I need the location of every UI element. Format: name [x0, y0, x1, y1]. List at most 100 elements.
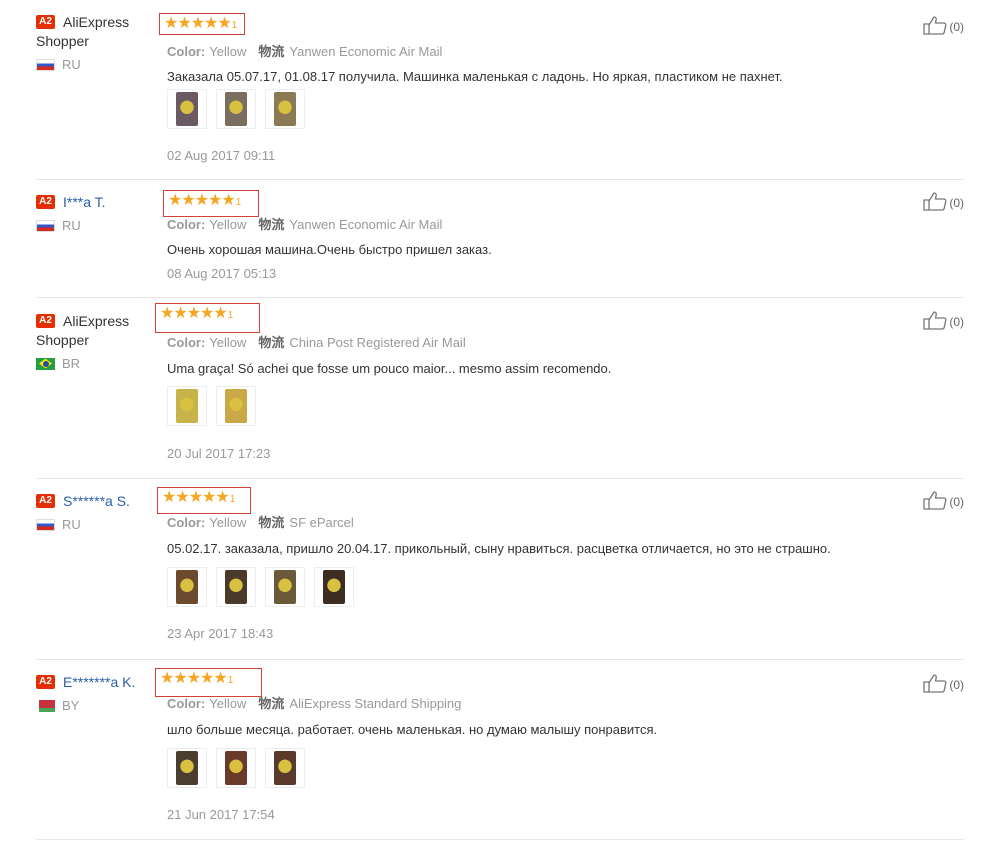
reviewer-name-line: A2 E*******a K. [36, 673, 156, 692]
helpful-count: (0) [949, 19, 964, 34]
color-value: Yellow [209, 335, 247, 350]
reviewer-name[interactable]: S******a S. [63, 492, 130, 511]
helpful-button[interactable]: (0) [923, 673, 964, 696]
level-badge: A2 [36, 494, 55, 508]
star-icons: ★★★★★1 [160, 305, 233, 325]
stars-icon: ★★★★★ [168, 192, 236, 209]
helpful-count: (0) [949, 494, 964, 509]
photo-image [176, 570, 198, 604]
helpful-button[interactable]: (0) [923, 15, 964, 38]
reviewer-name-block: I***a T. [63, 193, 106, 212]
thumbs-up-icon [923, 191, 949, 214]
review-meta: Color: Yellow 物流 Yanwen Economic Air Mail [167, 43, 442, 60]
helpful-count: (0) [949, 677, 964, 692]
thumbs-up-icon [923, 490, 949, 513]
star-icons: ★★★★★1 [160, 670, 233, 690]
photo-image [176, 92, 198, 126]
reviewer: A2 AliExpress Shopper BR [36, 312, 156, 371]
review-photo-thumbnail[interactable] [216, 386, 256, 426]
photo-image [225, 389, 247, 423]
review-photo-thumbnail[interactable] [314, 567, 354, 607]
color-value: Yellow [209, 515, 247, 530]
review-meta: Color: Yellow 物流 Yanwen Economic Air Mail [167, 216, 442, 233]
star-rating: ★★★★★1 [157, 487, 251, 514]
star-rating: ★★★★★1 [159, 13, 245, 35]
country-flag-icon [36, 357, 55, 370]
color-value: Yellow [209, 696, 247, 711]
photo-image [274, 751, 296, 785]
photo-image [176, 389, 198, 423]
star-icons: ★★★★★1 [164, 15, 237, 35]
review-item: A2 E*******a K. BY ★★★★★1 Color: Yellow 物流 AliE… [36, 668, 964, 840]
review-text: шло больше месяца. работает. очень мален… [167, 722, 658, 737]
level-badge: A2 [36, 195, 55, 209]
shipping-method: Yanwen Economic Air Mail [289, 44, 443, 59]
shipping-method: China Post Registered Air Mail [289, 335, 466, 350]
stars-icon: ★★★★★ [160, 305, 228, 322]
review-photo-thumbnail[interactable] [167, 89, 207, 129]
rating-tick-icon: 1 [229, 494, 236, 505]
helpful-count: (0) [949, 195, 964, 210]
country-code: BY [62, 698, 80, 713]
star-icons: ★★★★★1 [168, 192, 241, 212]
country-code: RU [62, 57, 81, 72]
rating-tick-icon: 1 [235, 197, 242, 208]
review-photo-thumbnail[interactable] [167, 748, 207, 788]
review-item: A2 AliExpress Shopper RU ★★★★★1 Color: Yellow 物… [36, 13, 964, 180]
helpful-button[interactable]: (0) [923, 191, 964, 214]
photo-image [323, 570, 345, 604]
reviewer-country: RU [36, 218, 156, 233]
review-date: 08 Aug 2017 05:13 [167, 266, 277, 281]
reviewer-name-block: AliExpress [63, 13, 129, 32]
reviewer-name-block: S******a S. [63, 492, 130, 511]
review-list: A2 AliExpress Shopper RU ★★★★★1 Color: Yellow 物… [0, 0, 1000, 843]
shipping-label: 物流 [258, 44, 285, 59]
shipping-label: 物流 [258, 335, 285, 350]
shipping-method: Yanwen Economic Air Mail [289, 217, 443, 232]
review-photo-thumbnail[interactable] [265, 748, 305, 788]
review-photos [167, 567, 363, 607]
stars-icon: ★★★★★ [160, 670, 228, 687]
color-label: Color: [167, 217, 206, 232]
shipping-label: 物流 [258, 696, 285, 711]
thumbs-up-icon [923, 310, 949, 333]
review-photo-thumbnail[interactable] [216, 567, 256, 607]
photo-image [225, 92, 247, 126]
review-meta: Color: Yellow 物流 SF eParcel [167, 514, 354, 531]
color-label: Color: [167, 44, 206, 59]
reviewer: A2 AliExpress Shopper RU [36, 13, 156, 72]
review-photo-thumbnail[interactable] [167, 386, 207, 426]
reviewer-name-line2: Shopper [36, 332, 89, 348]
reviewer-country: BR [36, 356, 156, 371]
color-label: Color: [167, 515, 206, 530]
review-date: 02 Aug 2017 09:11 [167, 148, 276, 163]
reviewer-name[interactable]: E*******a K. [63, 673, 135, 692]
helpful-button[interactable]: (0) [923, 310, 964, 333]
review-photo-thumbnail[interactable] [265, 567, 305, 607]
review-photo-thumbnail[interactable] [216, 748, 256, 788]
review-photo-thumbnail[interactable] [265, 89, 305, 129]
review-text: 05.02.17. заказала, пришло 20.04.17. при… [167, 541, 831, 556]
star-rating: ★★★★★1 [155, 303, 260, 333]
shipping-method: AliExpress Standard Shipping [289, 696, 462, 711]
shipping-method: SF eParcel [289, 515, 354, 530]
color-value: Yellow [209, 217, 247, 232]
country-flag-icon [36, 219, 55, 232]
star-rating: ★★★★★1 [155, 668, 262, 697]
photo-image [274, 92, 296, 126]
reviewer-name-line: A2 AliExpress [36, 13, 156, 32]
reviewer-name-block: AliExpress [63, 312, 129, 331]
review-photo-thumbnail[interactable] [167, 567, 207, 607]
rating-tick-icon: 1 [231, 20, 238, 31]
reviewer-name[interactable]: I***a T. [63, 193, 106, 212]
review-photo-thumbnail[interactable] [216, 89, 256, 129]
country-code: RU [62, 218, 81, 233]
helpful-button[interactable]: (0) [923, 490, 964, 513]
review-text: Uma graça! Só achei que fosse um pouco m… [167, 361, 612, 376]
country-code: RU [62, 517, 81, 532]
country-flag-icon [36, 518, 55, 531]
review-date: 20 Jul 2017 17:23 [167, 446, 271, 461]
thumbs-up-icon [923, 673, 949, 696]
reviewer-country: RU [36, 57, 156, 72]
photo-image [274, 570, 296, 604]
